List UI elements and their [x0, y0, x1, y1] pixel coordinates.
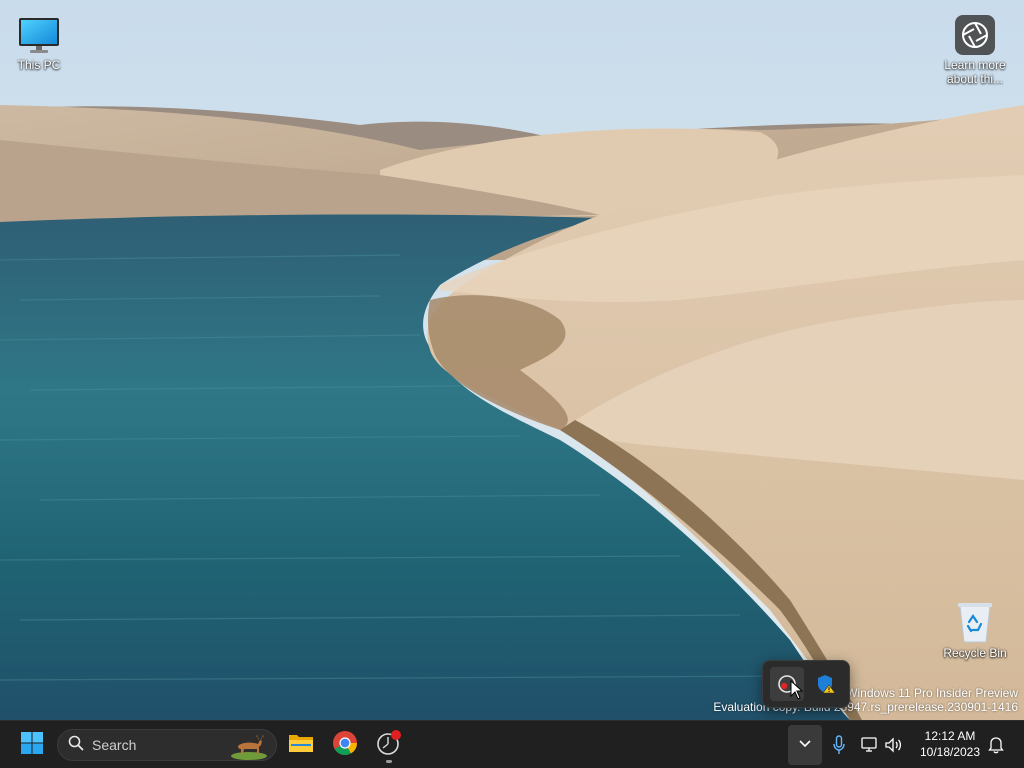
desktop-icon-label: Learn more about thi...: [944, 58, 1006, 86]
search-icon: [68, 735, 84, 756]
taskbar: Search 12:12 AM 10/18/2023: [0, 720, 1024, 768]
windows-logo-icon: [20, 731, 44, 760]
chevron-down-icon: [798, 736, 812, 754]
desktop-icon-label: Recycle Bin: [943, 646, 1007, 660]
network-icon[interactable]: [858, 733, 880, 757]
desktop-icon-recycle-bin[interactable]: Recycle Bin: [939, 598, 1011, 660]
windows-security-warning-icon[interactable]: [809, 667, 843, 701]
recycle-bin-icon: [951, 598, 999, 644]
monitor-icon: [15, 10, 63, 56]
clock-date: 10/18/2023: [919, 745, 981, 759]
running-indicator: [386, 760, 392, 763]
clock-time: 12:12 AM: [924, 729, 976, 743]
build-watermark: Windows 11 Pro Insider Preview Evaluatio…: [713, 686, 1018, 714]
watermark-build: Evaluation copy. Build 25947.rs_prerelea…: [713, 700, 1018, 714]
show-hidden-icons-button[interactable]: [788, 725, 822, 765]
chrome-icon: [332, 730, 358, 761]
mouse-cursor-icon: [790, 679, 804, 700]
desktop-icon-label: This PC: [17, 58, 61, 72]
desktop-icon-learn-more[interactable]: Learn more about thi...: [939, 10, 1011, 86]
watermark-edition: Windows 11 Pro Insider Preview: [846, 686, 1018, 700]
file-explorer-icon: [288, 732, 314, 759]
speaker-icon[interactable]: [883, 733, 905, 757]
search-highlight-deer-icon: [228, 732, 270, 760]
search-placeholder: Search: [92, 737, 137, 753]
taskbar-app-recorder[interactable]: [369, 725, 409, 765]
start-button[interactable]: [12, 725, 52, 765]
tray-overflow-flyout: [762, 660, 850, 708]
taskbar-search-box[interactable]: Search: [57, 729, 277, 761]
desktop-icon-this-pc[interactable]: This PC: [3, 10, 75, 72]
desktop-wallpaper: [0, 0, 1024, 720]
taskbar-app-chrome[interactable]: [325, 725, 365, 765]
bell-icon[interactable]: [985, 733, 1007, 757]
recorder-app-icon: [375, 729, 403, 762]
taskbar-clock[interactable]: 12:12 AM 10/18/2023: [912, 728, 988, 760]
taskbar-app-file-explorer[interactable]: [281, 725, 321, 765]
camera-aperture-icon: [951, 10, 999, 56]
microphone-icon[interactable]: [828, 733, 850, 757]
